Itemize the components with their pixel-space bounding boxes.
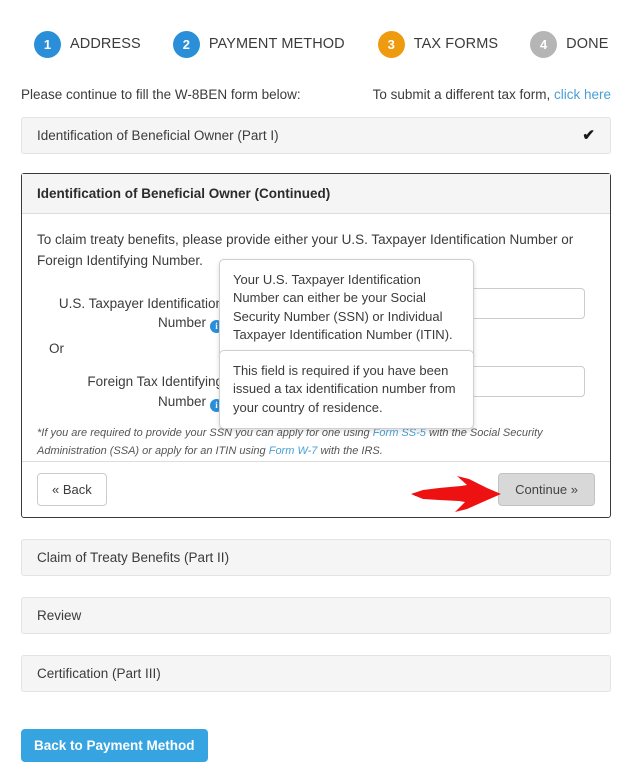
step-label-tax-forms: TAX FORMS xyxy=(413,36,499,52)
click-here-link[interactable]: click here xyxy=(554,87,611,102)
tooltip-foreign-tax-id: This field is required if you have been … xyxy=(219,350,474,430)
different-tax-form-prompt: To submit a different tax form, click he… xyxy=(373,87,611,102)
tax-form-page: 1 ADDRESS 2 PAYMENT METHOD 3 TAX FORMS 4… xyxy=(0,0,632,771)
step-number-badge-2: 2 xyxy=(172,30,200,58)
panel-footer: « Back Continue » xyxy=(22,461,610,517)
tooltip-us-taxpayer-id: Your U.S. Taxpayer Identification Number… xyxy=(219,259,474,357)
accordion-title-part2: Claim of Treaty Benefits (Part II) xyxy=(37,550,230,565)
step-label-address: ADDRESS xyxy=(70,36,141,52)
back-to-payment-method-button[interactable]: Back to Payment Method xyxy=(21,729,208,762)
back-button[interactable]: « Back xyxy=(37,473,107,506)
footnote-part3: with the IRS. xyxy=(317,444,383,457)
wizard-step-done: 4 DONE xyxy=(530,30,609,58)
different-tax-form-text: To submit a different tax form, xyxy=(372,87,551,102)
label-text-us-taxpayer-id: U.S. Taxpayer Identification Number xyxy=(58,295,223,331)
accordion-panel-part3[interactable]: Certification (Part III) xyxy=(21,655,611,692)
accordion-title-part1: Identification of Beneficial Owner (Part… xyxy=(37,128,279,143)
label-foreign-tax-id: Foreign Tax Identifying Number i xyxy=(37,366,233,412)
step-number-badge-3: 3 xyxy=(377,30,405,58)
intro-instruction: Please continue to fill the W-8BEN form … xyxy=(21,87,301,102)
step-label-done: DONE xyxy=(566,36,609,52)
step-number-badge-4: 4 xyxy=(530,30,558,58)
accordion-title-continued: Identification of Beneficial Owner (Cont… xyxy=(37,186,331,201)
accordion-panel-review[interactable]: Review xyxy=(21,597,611,634)
checkout-step-indicator: 1 ADDRESS 2 PAYMENT METHOD 3 TAX FORMS 4… xyxy=(0,22,632,66)
footnote-text: *If you are required to provide your SSN… xyxy=(37,425,597,460)
wizard-step-payment-method[interactable]: 2 PAYMENT METHOD xyxy=(172,30,345,58)
label-us-taxpayer-id: U.S. Taxpayer Identification Number i xyxy=(37,288,233,334)
label-text-foreign-tax-id: Foreign Tax Identifying Number xyxy=(87,374,223,409)
accordion-panel-part2[interactable]: Claim of Treaty Benefits (Part II) xyxy=(21,539,611,576)
continue-button[interactable]: Continue » xyxy=(498,473,595,506)
wizard-step-tax-forms[interactable]: 3 TAX FORMS xyxy=(377,30,499,58)
wizard-step-address[interactable]: 1 ADDRESS xyxy=(34,30,141,58)
intro-row: Please continue to fill the W-8BEN form … xyxy=(21,87,611,102)
accordion-title-part3: Certification (Part III) xyxy=(37,666,161,681)
accordion-header-continued[interactable]: Identification of Beneficial Owner (Cont… xyxy=(22,174,610,214)
checkmark-icon: ✔ xyxy=(582,127,595,144)
accordion-panel-part1[interactable]: Identification of Beneficial Owner (Part… xyxy=(21,117,611,154)
step-number-badge-1: 1 xyxy=(34,30,61,58)
accordion-title-review: Review xyxy=(37,608,82,623)
form-w7-link[interactable]: Form W-7 xyxy=(269,445,318,457)
step-label-payment-method: PAYMENT METHOD xyxy=(208,36,345,52)
